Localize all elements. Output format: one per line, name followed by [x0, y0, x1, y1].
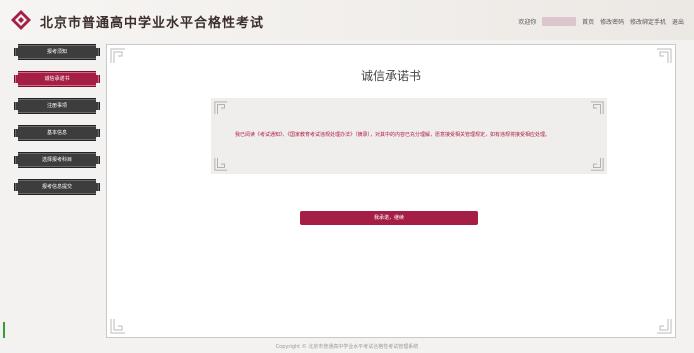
edge-marker	[3, 322, 5, 338]
sidebar-item-label: 报考信息提交	[41, 184, 72, 190]
corner-ornament-icon	[110, 319, 125, 334]
pledge-notice-box: 我已阅读《考试通知》、《国家教育考试违规处理办法》（摘录），对其中的内容已充分理…	[211, 98, 607, 174]
corner-ornament-icon	[110, 48, 125, 63]
corner-ornament-icon	[657, 48, 672, 63]
sidebar: 报考须知 诚信承诺书 注册事项 基本信息 选择报考科目 报考信息提交	[14, 44, 100, 206]
sidebar-item-label: 基本信息	[46, 130, 67, 136]
pledge-text: 我已阅读《考试通知》、《国家教育考试违规处理办法》（摘录），对其中的内容已充分理…	[235, 132, 551, 138]
logout-link[interactable]: 退出	[672, 17, 684, 26]
main-panel: 诚信承诺书 我已阅读《考试通知》、《国家教育考试违规处理办法》（摘录），对其中的…	[106, 44, 676, 338]
change-phone-link[interactable]: 修改绑定手机	[630, 17, 666, 26]
sidebar-item-label: 选择报考科目	[41, 157, 72, 163]
corner-ornament-icon	[657, 319, 672, 334]
sidebar-item-exam-notice[interactable]: 报考须知	[14, 44, 100, 60]
sidebar-item-integrity-pledge[interactable]: 诚信承诺书	[14, 71, 100, 87]
top-navigation: 欢迎你 首页 修改密码 修改绑定手机 退出	[514, 17, 684, 26]
corner-ornament-icon	[214, 101, 228, 115]
sidebar-item-label: 报考须知	[46, 49, 67, 55]
footer-copyright: Copyright © 北京市普通高中学业水平考试合格性考试管理系统	[275, 344, 419, 350]
sidebar-item-label: 诚信承诺书	[44, 76, 70, 82]
sidebar-item-submit-info[interactable]: 报考信息提交	[14, 179, 100, 195]
sidebar-item-basic-info[interactable]: 基本信息	[14, 125, 100, 141]
home-link[interactable]: 首页	[582, 17, 594, 26]
corner-ornament-icon	[214, 157, 228, 171]
logo-icon	[11, 10, 31, 30]
change-password-link[interactable]: 修改密码	[600, 17, 624, 26]
welcome-text: 欢迎你	[518, 19, 537, 26]
confirm-pledge-button[interactable]: 我承诺，继续	[300, 211, 478, 225]
page-title: 诚信承诺书	[360, 69, 421, 83]
corner-ornament-icon	[590, 157, 604, 171]
sidebar-item-label: 注册事项	[46, 103, 67, 109]
header: 北京市普通高中学业水平合格性考试 欢迎你 首页 修改密码 修改绑定手机 退出	[0, 0, 694, 40]
username-display	[542, 17, 577, 26]
sidebar-item-select-subjects[interactable]: 选择报考科目	[14, 152, 100, 168]
site-title: 北京市普通高中学业水平合格性考试	[40, 16, 265, 31]
sidebar-item-registration[interactable]: 注册事项	[14, 98, 100, 114]
corner-ornament-icon	[590, 101, 604, 115]
